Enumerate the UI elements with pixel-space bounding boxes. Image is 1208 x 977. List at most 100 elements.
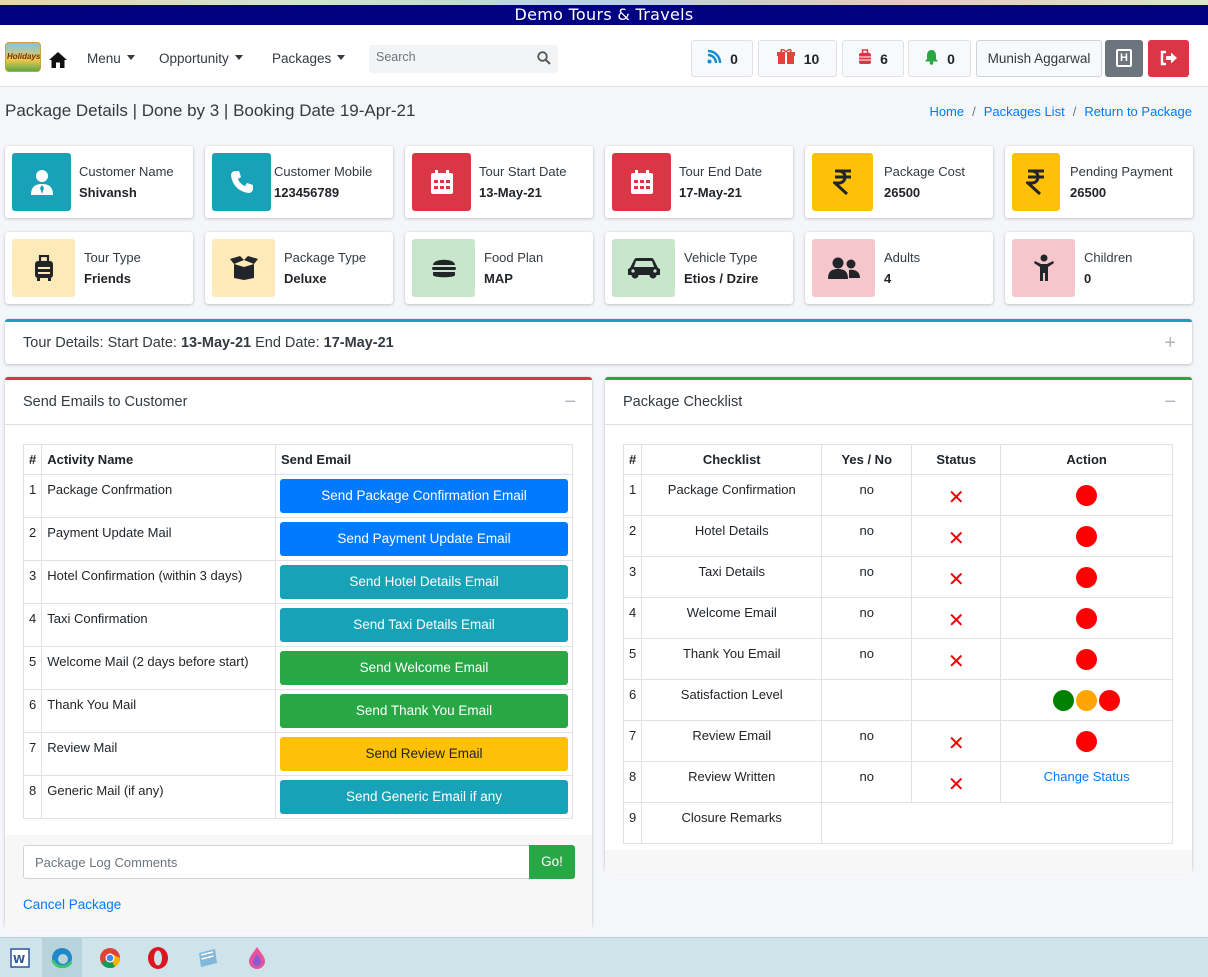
send-thank-you-email-button[interactable]: Send Thank You Email — [280, 694, 568, 728]
action-cell — [1000, 679, 1173, 721]
send-package-confirmation-email-button[interactable]: Send Package Confirmation Email — [280, 479, 568, 513]
breadcrumb-return-to-package[interactable]: Return to Package — [1084, 104, 1192, 119]
red-status-dot[interactable] — [1076, 649, 1098, 670]
send-emails-card: Send Emails to Customer − # Activity Name… — [5, 377, 592, 930]
word-icon[interactable]: W — [0, 938, 40, 977]
rss-counter-button[interactable]: 0 — [691, 40, 753, 77]
red-status-dot[interactable] — [1076, 731, 1098, 752]
info-label: Food Plan — [484, 250, 544, 265]
logout-button[interactable] — [1148, 40, 1189, 77]
notepad-icon[interactable] — [187, 938, 227, 977]
action-cell — [1000, 597, 1173, 639]
package-log-comments-input[interactable] — [24, 846, 524, 878]
nav-packages[interactable]: Packages — [272, 51, 346, 66]
action-cell — [1000, 474, 1173, 516]
brand-logo[interactable]: Holidays — [5, 42, 41, 72]
send-welcome-email-button[interactable]: Send Welcome Email — [280, 651, 568, 685]
search-input[interactable] — [369, 45, 529, 69]
yes-no-value: no — [821, 638, 913, 680]
paint-drop-icon[interactable] — [237, 938, 277, 977]
activity-name: Taxi Confirmation — [41, 603, 276, 647]
collapse-icon[interactable]: − — [1164, 380, 1176, 424]
col-number: # — [622, 444, 643, 475]
send-review-email-button[interactable]: Send Review Email — [280, 737, 568, 771]
user-icon — [12, 153, 71, 211]
action-cell: Change Status — [1000, 761, 1173, 803]
cancel-package-link[interactable]: Cancel Package — [23, 897, 121, 912]
col-action: Action — [1000, 444, 1173, 475]
col-activity-name: Activity Name — [41, 444, 276, 475]
info-value: Deluxe — [284, 271, 327, 286]
row-number: 8 — [622, 761, 643, 803]
info-box-tour-start-date: Tour Start Date 13-May-21 — [405, 146, 593, 218]
table-row: 3 Taxi Details no ✕ — [622, 556, 1173, 598]
info-box-food-plan: Food Plan MAP — [405, 232, 593, 304]
tour-details-card: Tour Details: Start Date: 13-May-21 End … — [5, 319, 1192, 364]
col-yes-no: Yes / No — [821, 444, 913, 475]
search-icon[interactable] — [537, 51, 551, 68]
red-status-dot[interactable] — [1076, 608, 1098, 629]
nav-menu-label: Menu — [87, 51, 121, 66]
activity-name: Hotel Confirmation (within 3 days) — [41, 560, 276, 604]
info-label: Customer Name — [79, 164, 174, 179]
bell-icon — [924, 49, 939, 68]
row-number: 5 — [622, 638, 643, 680]
go-button[interactable]: Go! — [529, 845, 575, 879]
info-box-adults: Adults 4 — [805, 232, 993, 304]
row-number: 2 — [22, 517, 43, 561]
table-row: 4 Taxi Confirmation Send Taxi Details Emai… — [22, 603, 573, 647]
car-icon — [612, 239, 675, 297]
log-comment-group: Go! — [23, 845, 575, 879]
chrome-icon[interactable] — [90, 938, 130, 977]
user-menu[interactable]: Munish Aggarwal — [976, 40, 1102, 77]
yes-no-value — [821, 679, 913, 721]
nav-menu[interactable]: Menu — [87, 51, 135, 66]
hotel-icon: H — [1116, 49, 1132, 67]
breadcrumb-packages-list[interactable]: Packages List — [984, 104, 1065, 119]
info-label: Adults — [884, 250, 921, 265]
breadcrumb-home[interactable]: Home — [929, 104, 964, 119]
suitcase-icon — [858, 48, 872, 69]
info-label: Tour End Date — [679, 164, 763, 179]
gift-box-icon — [776, 48, 796, 68]
bell-counter-button[interactable]: 0 — [908, 40, 971, 77]
change-status-link[interactable]: Change Status — [1044, 769, 1130, 784]
package-checklist-card: Package Checklist − # Checklist Yes / No … — [605, 377, 1192, 874]
collapse-icon[interactable]: − — [564, 380, 576, 424]
gift-counter-button[interactable]: 10 — [758, 40, 837, 77]
send-generic-email-button[interactable]: Send Generic Email if any — [280, 780, 568, 814]
tour-details-header: Tour Details: Start Date: 13-May-21 End … — [5, 322, 1192, 367]
breadcrumb: Home / Packages List / Return to Package — [929, 104, 1192, 119]
nav-opportunity[interactable]: Opportunity — [159, 51, 243, 66]
checklist-item: Hotel Details — [641, 515, 823, 557]
suitcase-count: 6 — [880, 50, 888, 67]
hotel-button[interactable]: H — [1105, 40, 1143, 77]
red-status-dot[interactable] — [1076, 526, 1098, 547]
col-status: Status — [911, 444, 1002, 475]
send-hotel-details-email-button[interactable]: Send Hotel Details Email — [280, 565, 568, 599]
action-cell: Send Review Email — [275, 732, 573, 776]
row-number: 7 — [22, 732, 43, 776]
red-status-dot[interactable] — [1076, 567, 1098, 588]
suitcase-counter-button[interactable]: 6 — [842, 40, 904, 77]
nav-packages-label: Packages — [272, 51, 332, 66]
expand-icon[interactable]: + — [1164, 322, 1176, 364]
row-number: 1 — [22, 474, 43, 518]
green-satisfaction-dot[interactable] — [1053, 690, 1075, 711]
send-taxi-details-email-button[interactable]: Send Taxi Details Email — [280, 608, 568, 642]
orange-satisfaction-dot[interactable] — [1076, 690, 1098, 711]
home-icon[interactable] — [48, 51, 68, 72]
red-satisfaction-dot[interactable] — [1099, 690, 1121, 711]
opera-icon[interactable] — [138, 938, 178, 977]
info-value: Etios / Dzire — [684, 271, 759, 286]
row-number: 1 — [622, 474, 643, 516]
info-value: 123456789 — [274, 185, 340, 200]
table-header-row: # Activity Name Send Email — [22, 444, 573, 475]
os-taskbar: W — [0, 937, 1208, 977]
edge-icon[interactable] — [42, 938, 82, 977]
red-status-dot[interactable] — [1076, 485, 1098, 506]
send-payment-update-email-button[interactable]: Send Payment Update Email — [280, 522, 568, 556]
action-cell: Send Package Confirmation Email — [275, 474, 573, 518]
info-label: Tour Start Date — [479, 164, 567, 179]
cross-icon: ✕ — [947, 528, 965, 550]
